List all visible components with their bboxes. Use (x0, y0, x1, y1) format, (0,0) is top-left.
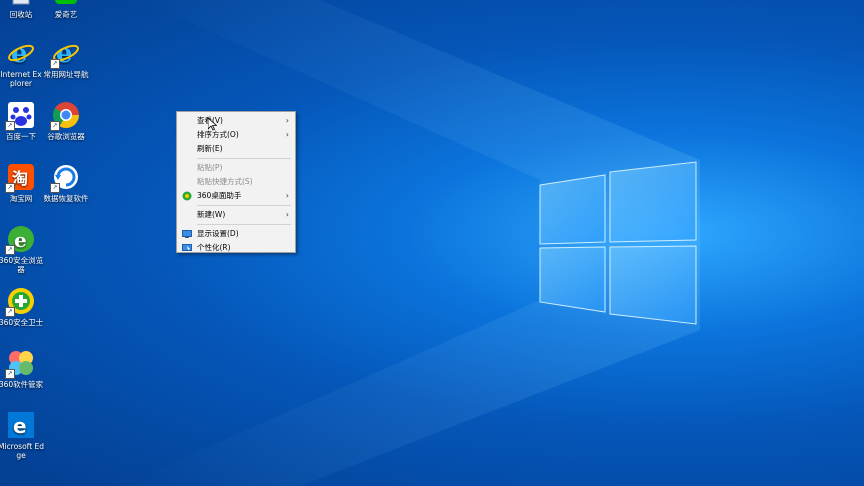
baidu-paw-icon: ↗ (5, 100, 36, 131)
mouse-cursor-icon (208, 118, 217, 131)
shortcut-arrow-icon: ↗ (5, 121, 15, 131)
iqiyi-icon (51, 0, 81, 8)
menu-item-360-desktop-assistant[interactable]: 360桌面助手 › (177, 189, 295, 203)
desktop-icon-data-recovery[interactable]: ↗ 数据恢复软件 (43, 162, 89, 203)
submenu-arrow-icon: › (285, 191, 289, 200)
shortcut-arrow-icon: ↗ (5, 307, 15, 317)
menu-item-display-settings[interactable]: 显示设置(D) (177, 227, 295, 241)
menu-item-view[interactable]: 查看(V) › (177, 114, 295, 128)
shortcut-arrow-icon: ↗ (5, 183, 15, 193)
desktop-icon-360-browser[interactable]: e ↗ 360安全浏览器 (0, 224, 44, 274)
desktop-icon-360-software-manager[interactable]: ↗ 360软件管家 (0, 348, 44, 389)
shortcut-arrow-icon: ↗ (5, 369, 15, 379)
display-settings-icon (182, 230, 192, 238)
recycle-bin-icon (6, 0, 36, 8)
internet-explorer-icon: e ↗ (50, 38, 81, 69)
wallpaper-logo (120, 0, 700, 486)
submenu-arrow-icon: › (285, 210, 289, 219)
taobao-icon: 淘 ↗ (5, 162, 36, 193)
menu-item-paste-shortcut[interactable]: 粘贴快捷方式(S) (177, 175, 295, 189)
menu-separator (197, 205, 291, 206)
shortcut-arrow-icon: ↗ (50, 59, 60, 69)
desktop-icon-internet-explorer[interactable]: e Internet Explorer (0, 38, 44, 88)
menu-separator (197, 158, 291, 159)
desktop-icon-recycle-bin[interactable]: 回收站 (0, 0, 44, 19)
desktop-icon-iqiyi[interactable]: 爱奇艺 (43, 0, 89, 19)
chrome-icon: ↗ (50, 100, 81, 131)
menu-separator (197, 224, 291, 225)
desktop-context-menu: 查看(V) › 排序方式(O) › 刷新(E) 粘贴(P) 粘贴快捷方式(S) … (176, 111, 296, 253)
360-desktop-icon (182, 191, 192, 201)
menu-item-personalize[interactable]: 个性化(R) (177, 241, 295, 255)
desktop-icon-edge[interactable]: e Microsoft Edge (0, 410, 44, 460)
desktop-icon-nav-site[interactable]: e ↗ 常用网址导航 (43, 38, 89, 79)
360-software-manager-icon: ↗ (5, 348, 36, 379)
360-browser-icon: e ↗ (5, 224, 36, 255)
data-recovery-icon: ↗ (50, 162, 81, 193)
desktop-icon-360-safeguard[interactable]: ↗ 360安全卫士 (0, 286, 44, 327)
edge-icon: e (6, 410, 36, 440)
desktop-icon-baidu[interactable]: ↗ 百度一下 (0, 100, 44, 141)
internet-explorer-icon: e (6, 38, 36, 68)
shortcut-arrow-icon: ↗ (50, 183, 60, 193)
shortcut-arrow-icon: ↗ (5, 245, 15, 255)
360-safeguard-icon: ↗ (5, 286, 36, 317)
menu-item-new[interactable]: 新建(W) › (177, 208, 295, 222)
menu-item-paste[interactable]: 粘贴(P) (177, 161, 295, 175)
svg-text:e: e (13, 414, 27, 438)
svg-text:e: e (14, 228, 27, 252)
shortcut-arrow-icon: ↗ (50, 121, 60, 131)
menu-item-refresh[interactable]: 刷新(E) (177, 142, 295, 156)
svg-text:e: e (11, 39, 28, 67)
personalize-icon (182, 244, 192, 251)
submenu-arrow-icon: › (285, 116, 289, 125)
submenu-arrow-icon: › (285, 130, 289, 139)
desktop-icon-chrome[interactable]: ↗ 谷歌浏览器 (43, 100, 89, 141)
menu-item-sort-by[interactable]: 排序方式(O) › (177, 128, 295, 142)
desktop-icon-taobao[interactable]: 淘 ↗ 淘宝网 (0, 162, 44, 203)
